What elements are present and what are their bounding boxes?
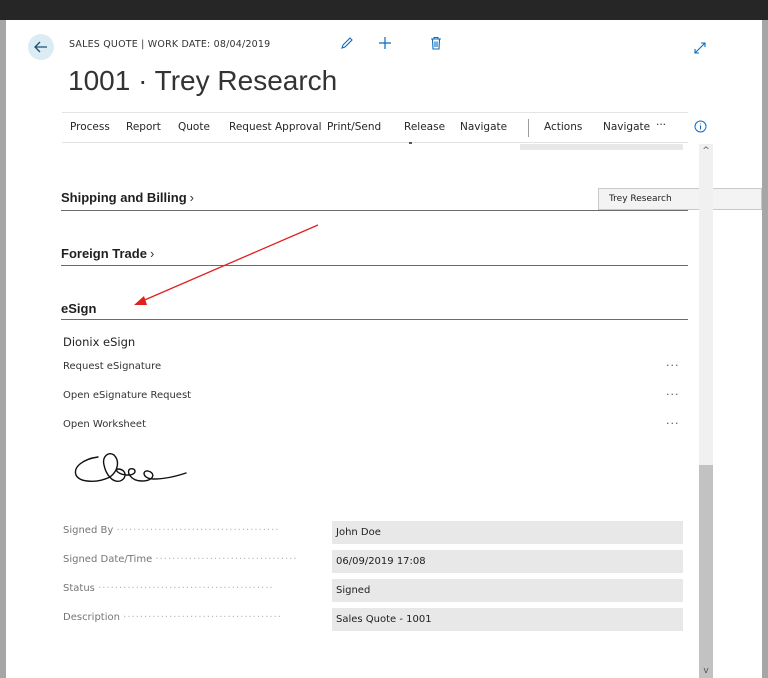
sales-quote-page: SALES QUOTE | WORK DATE: 08/04/2019 1001… bbox=[6, 20, 762, 678]
status-field[interactable]: Signed bbox=[332, 579, 683, 602]
page-caption: SALES QUOTE | WORK DATE: 08/04/2019 bbox=[69, 39, 271, 50]
info-icon bbox=[694, 120, 706, 132]
expand-button[interactable] bbox=[691, 39, 709, 57]
signature-image bbox=[74, 453, 187, 482]
action-print-send[interactable]: Print/Send bbox=[327, 121, 381, 133]
esign-group-title: Dionix eSign bbox=[63, 335, 136, 349]
action-bar: Process Report Quote Request Approval Pr… bbox=[62, 112, 688, 143]
description-label: Description ····························… bbox=[63, 612, 282, 623]
back-arrow-icon bbox=[34, 41, 47, 53]
signed-by-field[interactable]: John Doe bbox=[332, 521, 683, 544]
window-top-bar bbox=[0, 0, 768, 20]
scroll-up-arrow-icon[interactable]: ^ bbox=[700, 146, 712, 156]
action-separator bbox=[528, 119, 529, 137]
partial-field-above bbox=[520, 144, 683, 150]
pencil-icon bbox=[341, 37, 353, 49]
action-navigate-2[interactable]: Navigate bbox=[603, 121, 650, 133]
edit-button[interactable] bbox=[338, 34, 356, 52]
status-label: Status ·································… bbox=[63, 583, 274, 594]
trash-icon bbox=[431, 36, 441, 50]
plus-icon bbox=[379, 37, 391, 49]
page-title: 1001 · Trey Research bbox=[68, 65, 338, 96]
action-quote[interactable]: Quote bbox=[178, 121, 210, 133]
section-title-shipping[interactable]: Shipping and Billing bbox=[61, 190, 187, 205]
request-esignature-link[interactable]: Request eSignature bbox=[63, 361, 161, 372]
open-worksheet-more[interactable]: ··· bbox=[666, 417, 680, 430]
action-navigate[interactable]: Navigate bbox=[460, 121, 507, 133]
scrollbar-thumb[interactable] bbox=[699, 465, 713, 678]
section-shipping-billing[interactable]: Shipping and Billing › bbox=[61, 188, 688, 211]
section-title-foreign[interactable]: Foreign Trade bbox=[61, 246, 147, 261]
signed-date-time-field[interactable]: 06/09/2019 17:08 bbox=[332, 550, 683, 573]
chevron-right-icon: › bbox=[149, 246, 155, 261]
section-foreign-trade[interactable]: Foreign Trade › bbox=[61, 244, 688, 266]
more-actions-button[interactable]: ··· bbox=[656, 119, 666, 131]
signed-by-label: Signed By ······························… bbox=[63, 525, 280, 536]
open-worksheet-link[interactable]: Open Worksheet bbox=[63, 419, 146, 430]
shipping-summary-value[interactable]: Trey Research bbox=[598, 188, 762, 210]
signed-date-time-label: Signed Date/Time ·······················… bbox=[63, 554, 298, 565]
open-esignature-request-more[interactable]: ··· bbox=[666, 388, 680, 401]
section-esign[interactable]: eSign bbox=[61, 300, 688, 320]
section-title-esign[interactable]: eSign bbox=[61, 301, 96, 316]
new-button[interactable] bbox=[376, 34, 394, 52]
action-request-approval[interactable]: Request Approval bbox=[229, 121, 322, 133]
info-button[interactable] bbox=[691, 117, 709, 135]
expand-icon bbox=[694, 42, 706, 54]
action-report[interactable]: Report bbox=[126, 121, 161, 133]
action-actions[interactable]: Actions bbox=[544, 121, 582, 133]
action-release[interactable]: Release bbox=[404, 121, 445, 133]
scroll-down-arrow-icon[interactable]: v bbox=[700, 666, 712, 676]
chevron-right-icon: › bbox=[189, 190, 194, 205]
delete-button[interactable] bbox=[427, 34, 445, 52]
partial-dot bbox=[409, 142, 412, 144]
action-process[interactable]: Process bbox=[70, 121, 110, 133]
description-field[interactable]: Sales Quote - 1001 bbox=[332, 608, 683, 631]
open-esignature-request-link[interactable]: Open eSignature Request bbox=[63, 390, 191, 401]
window-right-border bbox=[762, 20, 768, 678]
request-esignature-more[interactable]: ··· bbox=[666, 359, 680, 372]
back-button[interactable] bbox=[28, 34, 54, 60]
